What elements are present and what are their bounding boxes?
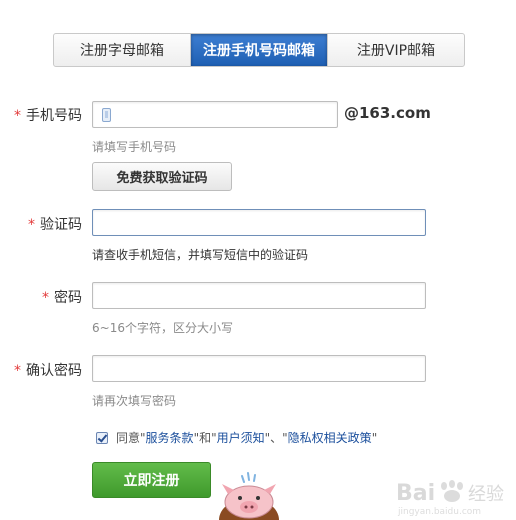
code-label: * 验证码 — [28, 217, 82, 233]
confirm-password-hint: 请再次填写密码 — [92, 394, 177, 408]
baidu-watermark-icon: Bai 经验 jingyan.baidu.com — [396, 480, 504, 517]
terms-of-service-link[interactable]: 服务条款 — [146, 429, 194, 446]
agreement-row: 同意 " 服务条款 "和" 用户须知 "、" 隐私权相关政策 " — [96, 429, 377, 446]
email-domain-suffix: @163.com — [344, 104, 431, 122]
confirm-password-input[interactable] — [93, 356, 425, 381]
code-input[interactable] — [93, 210, 425, 235]
get-code-button[interactable]: 免费获取验证码 — [92, 162, 232, 191]
password-field[interactable] — [92, 282, 426, 309]
tab-mobile-email[interactable]: 注册手机号码邮箱 — [191, 34, 328, 66]
svg-text:经验: 经验 — [468, 484, 504, 505]
password-input[interactable] — [93, 283, 425, 308]
mobile-phone-icon — [102, 108, 111, 122]
svg-text:jingyan.baidu.com: jingyan.baidu.com — [397, 507, 481, 517]
password-label: * 密码 — [42, 290, 82, 306]
required-mark: * — [42, 290, 49, 306]
confirm-password-field[interactable] — [92, 355, 426, 382]
pig-mascot-icon — [219, 472, 279, 520]
user-notice-link[interactable]: 用户须知 — [217, 429, 265, 446]
phone-hint: 请填写手机号码 — [92, 140, 177, 154]
confirm-password-label: * 确认密码 — [14, 363, 82, 379]
phone-input[interactable] — [93, 102, 337, 127]
svg-text:Bai: Bai — [396, 481, 435, 506]
required-mark: * — [28, 217, 35, 233]
required-mark: * — [14, 363, 21, 379]
tab-vip-email[interactable]: 注册VIP邮箱 — [328, 34, 464, 66]
password-hint: 6~16个字符，区分大小写 — [92, 321, 233, 335]
registration-type-tabs: 注册字母邮箱 注册手机号码邮箱 注册VIP邮箱 — [53, 33, 465, 67]
code-hint: 请查收手机短信，并填写短信中的验证码 — [92, 248, 309, 262]
privacy-policy-link[interactable]: 隐私权相关政策 — [288, 429, 372, 446]
required-mark: * — [14, 108, 21, 124]
phone-field[interactable] — [92, 101, 338, 128]
register-now-button[interactable]: 立即注册 — [92, 462, 211, 498]
code-field[interactable] — [92, 209, 426, 236]
agreement-checkbox[interactable] — [96, 431, 108, 444]
tab-letter-email[interactable]: 注册字母邮箱 — [54, 34, 191, 66]
phone-label: * 手机号码 — [14, 108, 82, 124]
